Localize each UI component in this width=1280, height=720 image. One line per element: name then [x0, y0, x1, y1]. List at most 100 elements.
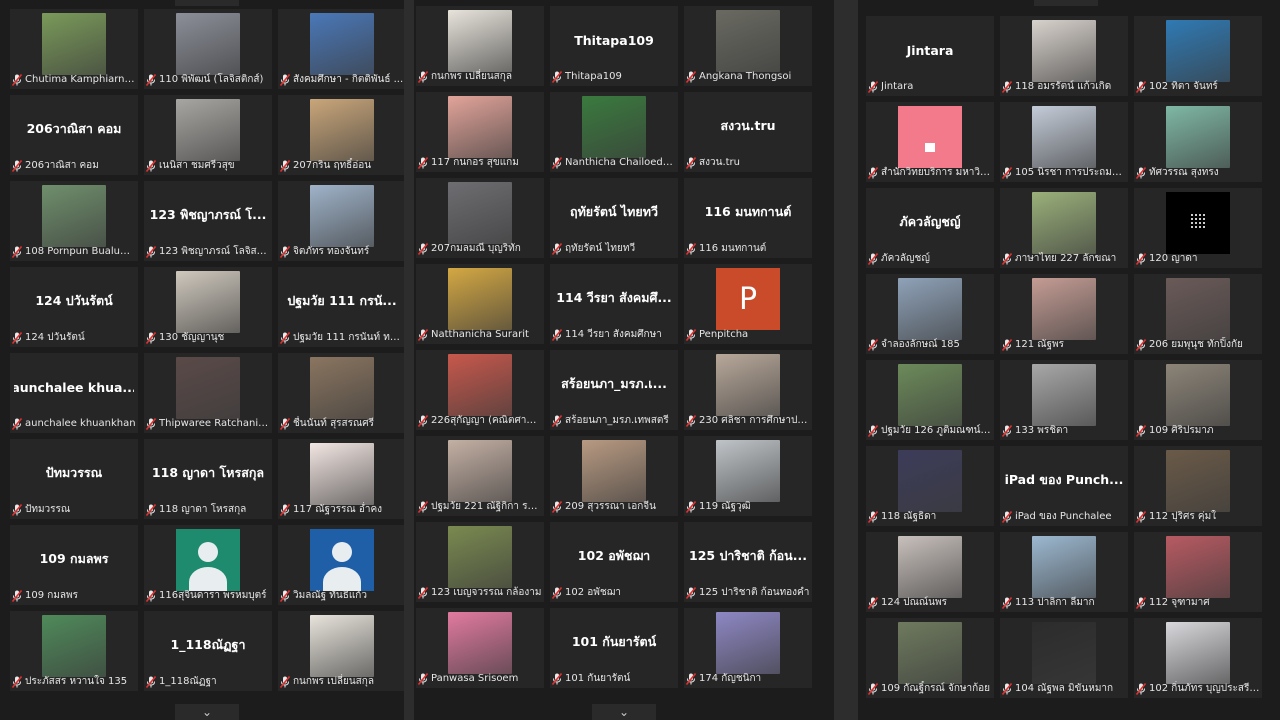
participant-name-label: 104 ณัฐพล มิขันหมาก — [1002, 681, 1126, 696]
participant-tile[interactable]: 102 อพัชฌา 102 อพัชฌา — [550, 522, 678, 602]
participant-tile[interactable]: สงวน.tru สงวน.tru — [684, 92, 812, 172]
participant-tile[interactable]: 133 พรชิตา — [1000, 360, 1128, 440]
participant-tile[interactable]: ชื่นนันท์ สุรสรณศรี — [278, 353, 404, 433]
scroll-down-button[interactable]: ⌄ — [175, 704, 239, 720]
mic-muted-icon — [1002, 338, 1012, 351]
participant-video-thumbnail — [1032, 192, 1096, 254]
participant-tile[interactable]: Panwasa Srisoem — [416, 608, 544, 688]
participant-name-label: ปฐมวัย 221 ณัฐิกิกา ราช... — [418, 499, 542, 514]
participant-name: 102 ทิตา จันทร์ — [1149, 81, 1218, 92]
participant-tile[interactable]: 226สุกัญญา (คณิตศาสตร์) — [416, 350, 544, 430]
participant-tile[interactable]: 112 ปุริศร คุ่มใ — [1134, 446, 1262, 526]
participant-tile[interactable]: 109 ศิริปรมาภ — [1134, 360, 1262, 440]
participant-tile[interactable]: Angkana Thongsoi — [684, 6, 812, 86]
participant-tile[interactable]: 108 Pornpun Bualuan... — [10, 181, 138, 261]
participant-tile[interactable]: 123 พิชญาภรณ์ โ... 123 พิชญาภรณ์ โลจิสติ.… — [144, 181, 272, 261]
participant-tile[interactable]: 124 ปณณ์นพร — [866, 532, 994, 612]
participant-tile[interactable]: สังคมศึกษา - กิตติพันธ์ ... — [278, 9, 404, 89]
video-panel-3[interactable]: Jintara Jintara 118 อมรรัตน์ แก้วเกิด 102 ท… — [858, 0, 1280, 720]
participant-tile[interactable]: 174 กัญชนิกา — [684, 608, 812, 688]
participant-tile[interactable]: 102 กิ่นภัทร บุญประสรีฐ... — [1134, 618, 1262, 698]
participant-tile[interactable]: 114 วีรยา สังคมศึ... 114 วีรยา สังคมศึกษา — [550, 264, 678, 344]
mic-muted-icon — [1136, 596, 1146, 609]
participant-tile[interactable]: 117 กนกอร สุขแกม — [416, 92, 544, 172]
mic-muted-icon — [552, 70, 562, 83]
participant-tile[interactable]: ปฐมวัย 221 ณัฐิกิกา ราช... — [416, 436, 544, 516]
participant-name-label: 133 พรชิตา — [1002, 423, 1126, 438]
participant-tile[interactable]: 125 ปาริชาติ ก้อน... 125 ปาริชาติ ก้อนทอง… — [684, 522, 812, 602]
participant-tile[interactable]: จิตภัทร ทองจันทร์ — [278, 181, 404, 261]
participant-tile[interactable]: 116สุจินดารา พรหมบุตร์ — [144, 525, 272, 605]
participant-tile[interactable]: aunchalee khua... aunchalee khuankhan — [10, 353, 138, 433]
participant-tile[interactable]: 121 ณัฐพร — [1000, 274, 1128, 354]
participant-tile[interactable]: 118 ณัฐธิดา — [866, 446, 994, 526]
participant-tile[interactable]: 109 กัณฐิ์กรณ์ จักษาก้อย — [866, 618, 994, 698]
participant-tile[interactable]: 206วาณิสา คอม 206วาณิสา คอม — [10, 95, 138, 175]
participant-tile[interactable]: สร้อยนภา_มรภ.เ... สร้อยนภา_มรภ.เทพสตรี — [550, 350, 678, 430]
participant-tile[interactable]: กนกพร เปลี่ยนสกุล — [416, 6, 544, 86]
participant-tile[interactable]: Thipwaree Ratchanikun — [144, 353, 272, 433]
participant-tile[interactable]: 118 ญาดา โหรสกุล 118 ญาดา โหรสกุล — [144, 439, 272, 519]
participant-tile[interactable]: 124 ปวันรัตน์ 124 ปวันรัตน์ — [10, 267, 138, 347]
participant-tile[interactable]: 118 อมรรัตน์ แก้วเกิด — [1000, 16, 1128, 96]
participant-tile[interactable]: ฤทัยรัตน์ ไทยทวี ฤทัยรัตน์ ไทยทวี — [550, 178, 678, 258]
participant-tile[interactable]: ประภัสสร หวานใจ 135 — [10, 611, 138, 691]
participant-name: 110 พิพัฒน์ (โลจิสติกส์) — [159, 74, 264, 85]
participant-name: 101 กันยารัตน์ — [565, 673, 631, 684]
participant-tile[interactable]: 1_118ณัฏฐา 1_118ณัฏฐา — [144, 611, 272, 691]
participant-tile[interactable]: 104 ณัฐพล มิขันหมาก — [1000, 618, 1128, 698]
mic-muted-icon — [1136, 682, 1146, 695]
participant-tile[interactable]: กนกพร เปลี่ยนสกุล — [278, 611, 404, 691]
participant-tile[interactable]: 101 กันยารัตน์ 101 กันยารัตน์ — [550, 608, 678, 688]
participant-tile[interactable]: 120 ญาดา — [1134, 188, 1262, 268]
participant-name-label: 123 เบญจวรรณ กล้องาม — [418, 585, 542, 600]
participant-tile[interactable]: 130 ชัญญานุช — [144, 267, 272, 347]
participant-name-label: 124 ปวันรัตน์ — [12, 330, 136, 345]
participant-tile[interactable]: วิมลณัฐ ทันธิแก้ว — [278, 525, 404, 605]
participant-tile[interactable]: 110 พิพัฒน์ (โลจิสติกส์) — [144, 9, 272, 89]
participant-tile[interactable]: 102 ทิตา จันทร์ — [1134, 16, 1262, 96]
scroll-up-button[interactable] — [175, 0, 239, 6]
participant-tile[interactable]: 119 ณัฐวุฒิ — [684, 436, 812, 516]
participant-tile[interactable]: 230 ศลิชา การศึกษาปฐม... — [684, 350, 812, 430]
participant-tile[interactable]: 206 ยมพุนุช ทักปิ้งกัย — [1134, 274, 1262, 354]
participant-name-label: วิมลณัฐ ทันธิแก้ว — [280, 588, 404, 603]
participant-tile[interactable]: สำนักวิทยบริการ มหาวิท... — [866, 102, 994, 182]
participant-tile[interactable]: P Penpitcha — [684, 264, 812, 344]
scroll-up-button[interactable] — [1034, 0, 1098, 6]
participant-tile[interactable]: Nanthicha Chailoedo... — [550, 92, 678, 172]
participant-tile[interactable]: 207กมลมณี บุญริทัก — [416, 178, 544, 258]
participant-tile[interactable]: Natthanicha Surarit — [416, 264, 544, 344]
participant-tile[interactable]: Jintara Jintara — [866, 16, 994, 96]
participant-tile[interactable]: ภาษาไทย 227 ลักขณา — [1000, 188, 1128, 268]
participant-tile[interactable]: ปัทมวรรณ ปัทมวรรณ — [10, 439, 138, 519]
participant-tile[interactable]: เนนิสา ชมศรีวสุข — [144, 95, 272, 175]
participant-tile[interactable]: 112 จุฑามาศ — [1134, 532, 1262, 612]
scroll-down-button[interactable]: ⌄ — [592, 704, 656, 720]
participant-tile[interactable]: 117 ณัฐวรรณ อ่ำคง — [278, 439, 404, 519]
participant-tile[interactable]: Chutima Kamphiarnon — [10, 9, 138, 89]
participant-tile[interactable]: Thitapa109 Thitapa109 — [550, 6, 678, 86]
participant-video-thumbnail — [898, 278, 962, 340]
participant-tile[interactable]: จำลองลักษณ์ 185 — [866, 274, 994, 354]
video-panel-1[interactable]: Chutima Kamphiarnon 110 พิพัฒน์ (โลจิสติก… — [0, 0, 404, 720]
mic-muted-icon — [868, 80, 878, 93]
participant-tile[interactable]: ปฐมวัย 111 กรนั... ปฐมวัย 111 กรนันท์ ทอง… — [278, 267, 404, 347]
mic-muted-icon — [280, 589, 290, 602]
participant-tile[interactable]: 109 กมลพร 109 กมลพร — [10, 525, 138, 605]
participant-tile[interactable]: 116 มนทกานต์ 116 มนทกานต์ — [684, 178, 812, 258]
mic-muted-icon — [1136, 424, 1146, 437]
participant-tile[interactable]: 113 ปาลิกา ลีมาก — [1000, 532, 1128, 612]
participant-name: ชื่นนันท์ สุรสรณศรี — [293, 418, 375, 429]
participant-name: 207กมลมณี บุญริทัก — [431, 243, 521, 254]
participant-tile[interactable]: 123 เบญจวรรณ กล้องาม — [416, 522, 544, 602]
participant-tile[interactable]: ทัศวรรณ สุงทรง — [1134, 102, 1262, 182]
participant-tile[interactable]: 105 นิรชา การประถมศึกษา — [1000, 102, 1128, 182]
participant-tile[interactable]: 209 สุวรรณา เอกจีน — [550, 436, 678, 516]
participant-tile[interactable]: iPad ของ Punch... iPad ของ Punchalee — [1000, 446, 1128, 526]
participant-tile[interactable]: ปฐมวัย 126 ภูติมณฑน์ น่... — [866, 360, 994, 440]
participant-tile[interactable]: ภัควลัญชญ์ ภัควลัญชญ์ — [866, 188, 994, 268]
mic-muted-icon — [686, 70, 696, 83]
participant-tile[interactable]: 207กริน ฤทธิ์อ่อน — [278, 95, 404, 175]
video-panel-2[interactable]: กนกพร เปลี่ยนสกุล Thitapa109 Thitapa109 Ang… — [414, 0, 834, 720]
